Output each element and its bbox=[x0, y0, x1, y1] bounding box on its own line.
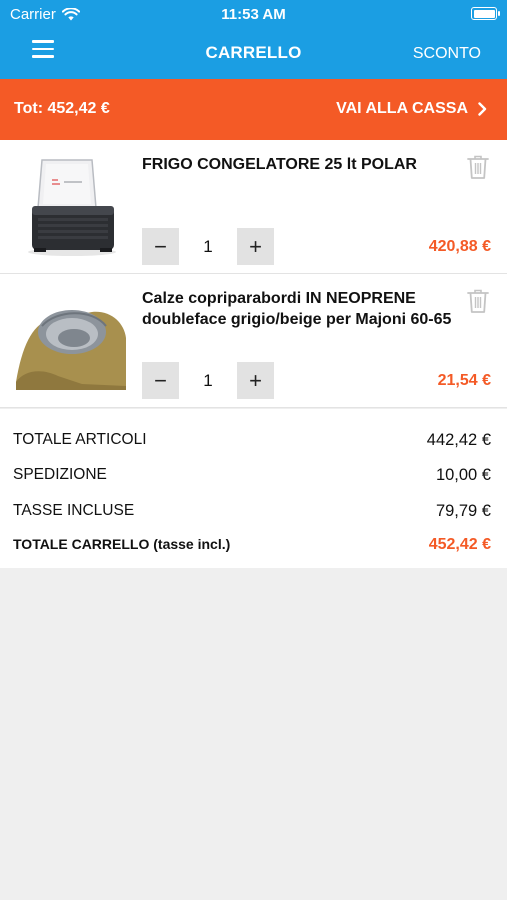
cart-item: FRIGO CONGELATORE 25 lt POLAR − 1 + 420,… bbox=[0, 140, 507, 274]
cart-total-value: 452,42 € bbox=[428, 536, 491, 553]
trash-icon[interactable] bbox=[466, 288, 490, 314]
status-bar: Carrier 11:53 AM bbox=[0, 0, 507, 30]
summary-row-total: TOTALE CARRELLO (tasse incl.) 452,42 € bbox=[13, 536, 491, 554]
discount-button[interactable]: SCONTO bbox=[413, 45, 481, 63]
cart-item: Calze copriparabordi IN NEOPRENE doublef… bbox=[0, 274, 507, 408]
quantity-stepper: − 1 + bbox=[142, 362, 274, 399]
battery-icon bbox=[471, 7, 500, 20]
order-summary: TOTALE ARTICOLI 442,42 € SPEDIZIONE 10,0… bbox=[0, 409, 507, 568]
summary-value: 79,79 € bbox=[435, 502, 491, 520]
increase-quantity-button[interactable]: + bbox=[237, 362, 274, 399]
fridge-freezer-image bbox=[12, 152, 128, 262]
quantity-value[interactable]: 1 bbox=[179, 228, 237, 265]
quantity-stepper: − 1 + bbox=[142, 228, 274, 265]
item-name: Calze copriparabordi IN NEOPRENE doublef… bbox=[142, 290, 452, 328]
quantity-value[interactable]: 1 bbox=[179, 362, 237, 399]
checkout-button[interactable]: VAI ALLA CASSA bbox=[336, 100, 487, 118]
decrease-quantity-button[interactable]: − bbox=[142, 228, 179, 265]
summary-label: TOTALE ARTICOLI bbox=[13, 431, 147, 448]
checkout-button-label: VAI ALLA CASSA bbox=[336, 100, 468, 117]
cart-total-label: TOTALE CARRELLO (tasse incl.) bbox=[13, 536, 231, 552]
summary-value: 442,42 € bbox=[426, 431, 491, 449]
trash-icon[interactable] bbox=[466, 154, 490, 180]
cart-total-label: Tot: 452,42 € bbox=[14, 100, 110, 117]
summary-row-shipping: SPEDIZIONE 10,00 € bbox=[13, 466, 491, 485]
summary-row-items: TOTALE ARTICOLI 442,42 € bbox=[13, 431, 491, 450]
item-name: FRIGO CONGELATORE 25 lt POLAR bbox=[142, 156, 417, 173]
battery-level bbox=[473, 9, 495, 18]
chevron-right-icon bbox=[478, 102, 487, 116]
increase-quantity-button[interactable]: + bbox=[237, 228, 274, 265]
checkout-bar: Tot: 452,42 € VAI ALLA CASSA bbox=[0, 79, 507, 140]
app-header: Carrier 11:53 AM CARRELLO SCONTO bbox=[0, 0, 507, 79]
summary-label: TASSE INCLUSE bbox=[13, 502, 135, 519]
decrease-quantity-button[interactable]: − bbox=[142, 362, 179, 399]
item-price: 420,88 € bbox=[428, 238, 491, 255]
fender-cover-image bbox=[12, 286, 128, 396]
status-time: 11:53 AM bbox=[221, 6, 286, 23]
summary-label: SPEDIZIONE bbox=[13, 466, 107, 483]
item-price: 21,54 € bbox=[437, 372, 491, 389]
summary-value: 10,00 € bbox=[435, 466, 491, 484]
summary-row-taxes: TASSE INCLUSE 79,79 € bbox=[13, 502, 491, 521]
